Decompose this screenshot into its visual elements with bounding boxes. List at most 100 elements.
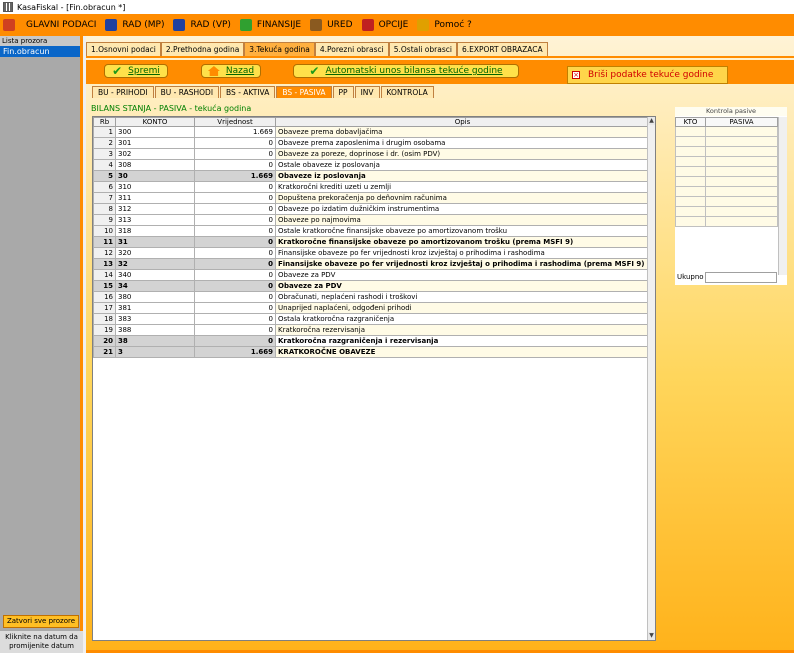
value-cell[interactable]: 0 [194, 313, 276, 325]
menu-finansije[interactable]: FINANSIJE [239, 19, 301, 31]
value-cell[interactable]: 0 [194, 280, 276, 292]
col-header-vrijednost[interactable]: Vrijednost [194, 117, 276, 127]
table-icon [3, 19, 15, 31]
table-row[interactable]: 15 34 0 Obaveze za PDV [93, 280, 650, 292]
value-cell[interactable]: 0 [194, 302, 276, 314]
table-row[interactable]: 5 30 1.669 Obaveze iz poslovanja [93, 170, 650, 182]
control-row[interactable] [675, 136, 778, 147]
control-scrollbar[interactable] [778, 117, 787, 275]
value-cell[interactable]: 0 [194, 192, 276, 204]
control-row[interactable] [675, 146, 778, 157]
subtab-bu-rashodi[interactable]: BU - RASHODI [154, 86, 220, 98]
save-button[interactable]: ✔ Spremi [104, 64, 168, 78]
scroll-up-arrow-icon[interactable]: ▲ [648, 117, 655, 125]
value-cell[interactable]: 0 [194, 335, 276, 347]
table-row[interactable]: 4 308 0 Ostale obaveze iz poslovanja [93, 159, 650, 171]
table-row[interactable]: 1 300 1.669 Obaveze prema dobavljačima [93, 126, 650, 138]
table-row[interactable]: 18 383 0 Ostala kratkoročna razgraničenja [93, 313, 650, 325]
control-row[interactable] [675, 196, 778, 207]
table-row[interactable]: 16 380 0 Obračunati, neplaćeni rashodi i tr… [93, 291, 650, 303]
subtab-kontrola[interactable]: KONTROLA [380, 86, 434, 98]
table-row[interactable]: 11 31 0 Kratkoročne finansijske obaveze po … [93, 236, 650, 248]
control-cell [675, 176, 706, 187]
control-grid[interactable]: KTO PASIVA [675, 117, 778, 227]
col-header-pasiva: PASIVA [705, 117, 778, 127]
menu-rad-vp[interactable]: RAD (VP) [173, 19, 231, 31]
value-cell[interactable]: 1.669 [194, 346, 276, 358]
value-cell[interactable]: 1.669 [194, 170, 276, 182]
konto-cell: 3 [115, 346, 195, 358]
scroll-down-arrow-icon[interactable]: ▼ [648, 632, 655, 640]
delete-current-year-button[interactable]: × Briši podatke tekuće godine [567, 66, 728, 84]
table-row[interactable]: 2 301 0 Obaveze prema zaposlenima i drugim … [93, 137, 650, 149]
date-hint-line2: promijenite datum [9, 642, 74, 650]
row-number: 5 [93, 170, 116, 182]
back-button[interactable]: Nazad [201, 64, 261, 78]
row-number: 19 [93, 324, 116, 336]
value-cell[interactable]: 0 [194, 269, 276, 281]
value-cell[interactable]: 0 [194, 159, 276, 171]
row-number: 10 [93, 225, 116, 237]
tab-4-porezni-obrasci[interactable]: 4.Porezni obrasci [314, 42, 389, 56]
col-header-opis[interactable]: Opis [275, 117, 650, 127]
value-cell[interactable]: 0 [194, 236, 276, 248]
value-cell[interactable]: 0 [194, 258, 276, 270]
description-cell: Ostala kratkoročna razgraničenja [275, 313, 650, 325]
subtab-bs-aktiva[interactable]: BS - AKTIVA [220, 86, 276, 98]
value-cell[interactable]: 0 [194, 137, 276, 149]
menu-opcije[interactable]: OPCIJE [361, 19, 408, 31]
table-row[interactable]: 6 310 0 Kratkoročni krediti uzeti u zemlji [93, 181, 650, 193]
control-row[interactable] [675, 126, 778, 137]
table-row[interactable]: 12 320 0 Finansijske obaveze po fer vrijedn… [93, 247, 650, 259]
table-row[interactable]: 3 302 0 Obaveze za poreze, doprinose i dr. … [93, 148, 650, 160]
control-row[interactable] [675, 166, 778, 177]
subtab-pp[interactable]: PP [332, 86, 354, 98]
table-scrollbar[interactable]: ▲ ▼ [647, 117, 655, 640]
subtab-bs-pasiva[interactable]: BS - PASIVA [276, 86, 332, 98]
description-cell: Dopuštena prekoračenja po deñovnim račun… [275, 192, 650, 204]
value-cell[interactable]: 1.669 [194, 126, 276, 138]
table-row[interactable]: 21 3 1.669 KRATKOROČNE OBAVEZE [93, 346, 650, 358]
col-header-konto[interactable]: KONTO [115, 117, 195, 127]
menu-rad-mp[interactable]: RAD (MP) [105, 19, 164, 31]
control-row[interactable] [675, 186, 778, 197]
value-cell[interactable]: 0 [194, 214, 276, 226]
table-row[interactable]: 13 32 0 Finansijske obaveze po fer vrijedno… [93, 258, 650, 270]
tab-2-prethodna-godina[interactable]: 2.Prethodna godina [160, 42, 245, 56]
konto-cell: 300 [115, 126, 195, 138]
table-row[interactable]: 8 312 0 Obaveze po izdatim dužničkim instru… [93, 203, 650, 215]
tab-1-osnovni-podaci[interactable]: 1.Osnovni podaci [86, 42, 161, 56]
table-row[interactable]: 10 318 0 Ostale kratkoročne finansijske oba… [93, 225, 650, 237]
table-row[interactable]: 20 38 0 Kratkoročna razgraničenja i rezervi… [93, 335, 650, 347]
subtab-bu-prihodi[interactable]: BU - PRIHODI [92, 86, 154, 98]
value-cell[interactable]: 0 [194, 181, 276, 193]
auto-entry-button[interactable]: ✔ Automatski unos bilansa tekuće godine [293, 64, 519, 78]
value-cell[interactable]: 0 [194, 148, 276, 160]
menu-pomo[interactable]: Pomoć ? [417, 19, 472, 31]
tab-6-export-obrazaca[interactable]: 6.EXPORT OBRAZACA [456, 42, 548, 56]
menu-ured[interactable]: URED [310, 19, 353, 31]
col-header-rb[interactable]: Rb [93, 117, 116, 127]
tab-5-ostali-obrasci[interactable]: 5.Ostali obrasci [388, 42, 457, 56]
control-row[interactable] [675, 156, 778, 167]
value-cell[interactable]: 0 [194, 247, 276, 259]
table-row[interactable]: 9 313 0 Obaveze po najmovima [93, 214, 650, 226]
control-cell [675, 186, 706, 197]
control-row[interactable] [675, 176, 778, 187]
value-cell[interactable]: 0 [194, 203, 276, 215]
menu-glavni-podaci[interactable]: GLAVNI PODACI [26, 20, 96, 30]
value-cell[interactable]: 0 [194, 324, 276, 336]
value-cell[interactable]: 0 [194, 225, 276, 237]
control-row[interactable] [675, 206, 778, 217]
table-row[interactable]: 17 381 0 Unaprijed naplaćeni, odgođeni prih… [93, 302, 650, 314]
table-row[interactable]: 7 311 0 Dopuštena prekoračenja po deñovnim … [93, 192, 650, 204]
close-all-windows-button[interactable]: Zatvori sve prozore [3, 615, 79, 628]
tab-3-teku-a-godina[interactable]: 3.Tekuća godina [244, 42, 315, 56]
value-cell[interactable]: 0 [194, 291, 276, 303]
window-list-item-fin-obracun[interactable]: Fin.obracun [0, 46, 80, 57]
liabilities-table[interactable]: Rb KONTO Vrijednost Opis 1 300 1.669 Obavez… [92, 116, 656, 641]
subtab-inv[interactable]: INV [354, 86, 380, 98]
table-row[interactable]: 19 388 0 Kratkoročna rezervisanja [93, 324, 650, 336]
control-row[interactable] [675, 216, 778, 227]
table-row[interactable]: 14 340 0 Obaveze za PDV [93, 269, 650, 281]
